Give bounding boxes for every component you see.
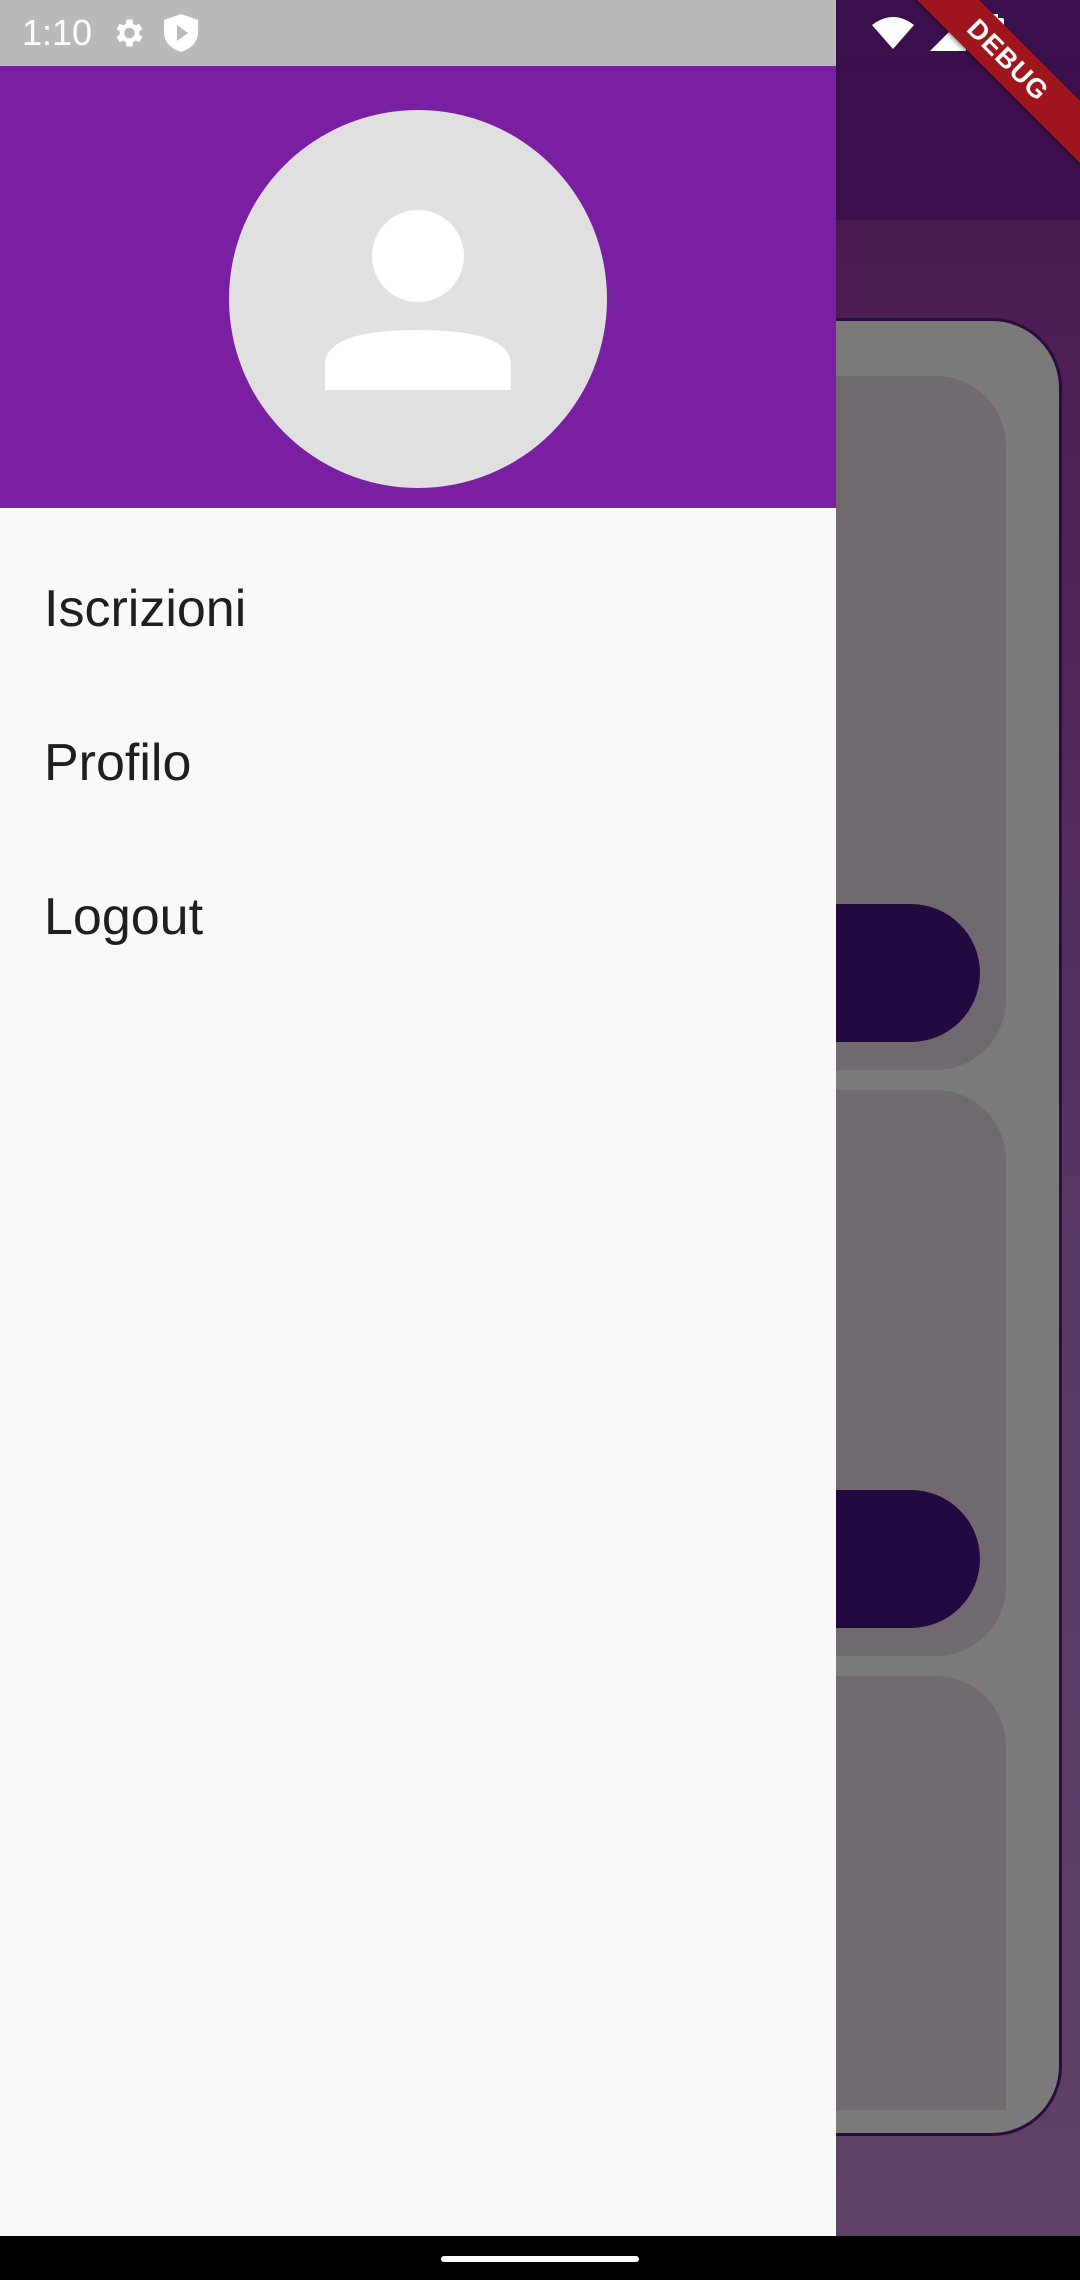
wifi-icon bbox=[872, 17, 914, 54]
menu-item-profilo[interactable]: Profilo bbox=[0, 686, 836, 840]
menu-item-label: Profilo bbox=[44, 734, 192, 792]
menu-item-logout[interactable]: Logout bbox=[0, 840, 836, 994]
person-icon bbox=[229, 210, 607, 488]
menu-item-label: Logout bbox=[44, 888, 204, 946]
avatar[interactable] bbox=[229, 110, 607, 488]
menu-item-iscrizioni[interactable]: Iscrizioni bbox=[0, 532, 836, 686]
drawer-menu: Iscrizioni Profilo Logout bbox=[0, 532, 836, 994]
status-bar: 1:10 bbox=[0, 0, 836, 66]
navigation-drawer: 1:10 Iscrizioni Profilo Logout bbox=[0, 0, 836, 2236]
drawer-header bbox=[0, 66, 836, 508]
shield-play-icon bbox=[164, 14, 199, 52]
status-time: 1:10 bbox=[22, 12, 93, 53]
gesture-handle[interactable] bbox=[441, 2256, 639, 2262]
menu-item-label: Iscrizioni bbox=[44, 580, 247, 638]
gear-icon bbox=[110, 15, 146, 51]
